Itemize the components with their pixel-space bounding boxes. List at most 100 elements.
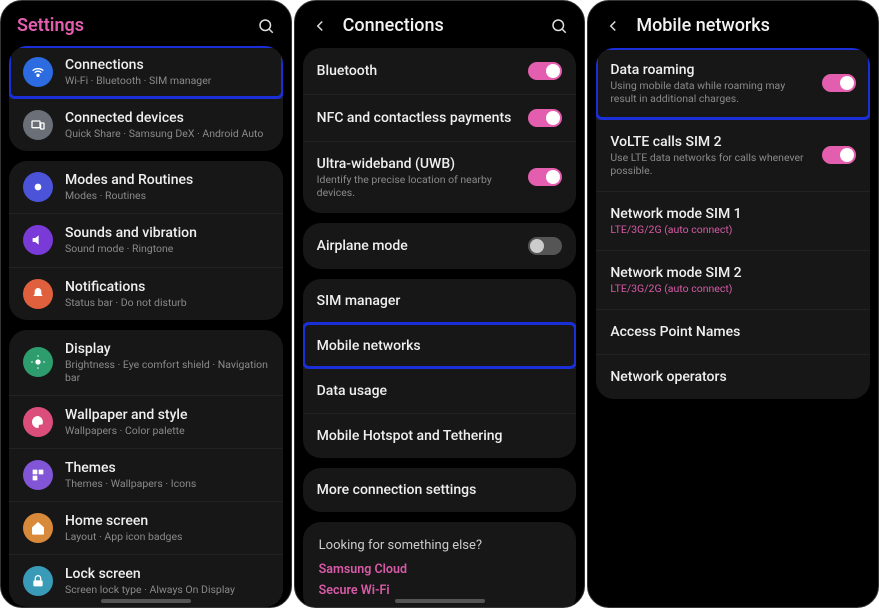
bell-icon [23,279,53,309]
item-subtitle: Use LTE data networks for calls whenever… [610,151,810,177]
item-label: Notifications [65,279,269,295]
item-label: SIM manager [317,293,563,309]
item-label: Ultra-wideband (UWB) [317,156,517,172]
item-label: Modes and Routines [65,172,269,188]
back-icon[interactable] [604,17,622,35]
settings-item-modes-and-routines[interactable]: Modes and RoutinesModes · Routines [9,161,283,213]
connections-item-data-usage[interactable]: Data usage [303,368,577,413]
search-icon[interactable] [550,17,568,35]
item-label: Network mode SIM 1 [610,206,856,222]
item-label: Sounds and vibration [65,225,269,241]
search-icon[interactable] [257,17,275,35]
screen-mobile-networks: Mobile networks Data roamingUsing mobile… [587,0,879,608]
settings-item-connections[interactable]: ConnectionsWi-Fi · Bluetooth · SIM manag… [9,46,283,98]
connections-item-mobile-hotspot-and-tethering[interactable]: Mobile Hotspot and Tethering [303,413,577,458]
mn-item-network-mode-sim-1[interactable]: Network mode SIM 1LTE/3G/2G (auto connec… [596,191,870,250]
item-label: Data usage [317,383,563,399]
toggle-nfc-and-contactless-payments[interactable] [528,109,562,127]
mn-item-network-mode-sim-2[interactable]: Network mode SIM 2LTE/3G/2G (auto connec… [596,250,870,309]
item-subtitle: Quick Share · Samsung DeX · Android Auto [65,127,269,140]
connections-item-sim-manager[interactable]: SIM manager [303,279,577,323]
mn-item-volte-calls-sim-2[interactable]: VoLTE calls SIM 2Use LTE data networks f… [596,119,870,191]
settings-item-notifications[interactable]: NotificationsStatus bar · Do not disturb [9,267,283,320]
suggestion-link-secure-wi-fi[interactable]: Secure Wi-Fi [317,580,563,601]
connections-group: SIM manager Mobile networks Data usage Mobi… [303,279,577,458]
item-subtitle: Screen lock type · Always On Display [65,583,269,596]
suggestions-heading: Looking for something else? [317,534,563,559]
palette-icon [23,407,53,437]
connections-item-more-connection-settings[interactable]: More connection settings [303,468,577,512]
scroll-indicator [395,599,485,603]
settings-item-wallpaper-and-style[interactable]: Wallpaper and styleWallpapers · Color pa… [9,395,283,448]
settings-item-home-screen[interactable]: Home screenLayout · App icon badges [9,501,283,554]
toggle-data-roaming[interactable] [822,74,856,92]
header: Settings [1,1,291,46]
item-subtitle: Status bar · Do not disturb [65,296,269,309]
connections-group: Bluetooth NFC and contactless payments Ult… [303,48,577,213]
connections-group: Airplane mode [303,223,577,269]
routines-icon [23,172,53,202]
connections-item-bluetooth[interactable]: Bluetooth [303,48,577,94]
toggle-bluetooth[interactable] [528,62,562,80]
settings-group: Modes and RoutinesModes · RoutinesSounds… [9,161,283,319]
item-label: Network mode SIM 2 [610,265,856,281]
toggle-volte-calls-sim-2[interactable] [822,146,856,164]
devices-icon [23,110,53,140]
item-subtitle: Themes · Wallpapers · Icons [65,477,269,490]
header: Connections [295,1,585,48]
sound-icon [23,225,53,255]
item-label: Airplane mode [317,238,517,254]
header: Mobile networks [588,1,878,48]
connections-item-airplane-mode[interactable]: Airplane mode [303,223,577,269]
item-subtitle: Brightness · Eye comfort shield · Naviga… [65,358,269,384]
item-label: Connections [65,57,269,73]
item-label: Themes [65,460,269,476]
lock-icon [23,566,53,596]
item-subtitle: Wi-Fi · Bluetooth · SIM manager [65,74,269,87]
suggestion-link-samsung-cloud[interactable]: Samsung Cloud [317,559,563,580]
item-label: Connected devices [65,110,269,126]
item-label: VoLTE calls SIM 2 [610,134,810,150]
suggestions-card: Looking for something else?Samsung Cloud… [303,522,577,607]
wifi-icon [23,57,53,87]
item-label: More connection settings [317,482,563,498]
item-subtitle: LTE/3G/2G (auto connect) [610,282,856,295]
item-label: Mobile Hotspot and Tethering [317,428,563,444]
mn-item-network-operators[interactable]: Network operators [596,354,870,399]
back-icon[interactable] [311,17,329,35]
connections-item-ultra-wideband-uwb[interactable]: Ultra-wideband (UWB)Identify the precise… [303,141,577,213]
mn-item-access-point-names[interactable]: Access Point Names [596,309,870,354]
settings-item-display[interactable]: DisplayBrightness · Eye comfort shield ·… [9,330,283,395]
item-subtitle: Identify the precise location of nearby … [317,173,517,199]
scroll-indicator [101,599,191,603]
item-subtitle: Layout · App icon badges [65,530,269,543]
item-subtitle: Modes · Routines [65,189,269,202]
item-label: Data roaming [610,62,810,78]
item-subtitle: LTE/3G/2G (auto connect) [610,223,856,236]
settings-item-sounds-and-vibration[interactable]: Sounds and vibrationSound mode · Rington… [9,213,283,266]
page-title: Settings [17,15,247,36]
settings-group: DisplayBrightness · Eye comfort shield ·… [9,330,283,607]
settings-item-themes[interactable]: ThemesThemes · Wallpapers · Icons [9,448,283,501]
toggle-ultra-wideband-uwb[interactable] [528,168,562,186]
item-label: Wallpaper and style [65,407,269,423]
item-label: Mobile networks [317,338,563,354]
mn-item-data-roaming[interactable]: Data roamingUsing mobile data while roam… [596,48,870,119]
mobile-networks-group: Data roamingUsing mobile data while roam… [596,48,870,400]
page-title: Mobile networks [636,15,862,38]
settings-group: ConnectionsWi-Fi · Bluetooth · SIM manag… [9,46,283,151]
screen-settings: Settings ConnectionsWi-Fi · Bluetooth · … [0,0,292,608]
item-label: Home screen [65,513,269,529]
settings-item-connected-devices[interactable]: Connected devicesQuick Share · Samsung D… [9,98,283,151]
item-subtitle: Wallpapers · Color palette [65,424,269,437]
toggle-airplane-mode[interactable] [528,237,562,255]
item-label: NFC and contactless payments [317,110,517,126]
item-subtitle: Using mobile data while roaming may resu… [610,79,810,105]
item-subtitle: Sound mode · Ringtone [65,242,269,255]
themes-icon [23,460,53,490]
display-icon [23,347,53,377]
screen-connections: Connections Bluetooth NFC and contactless… [294,0,586,608]
connections-item-nfc-and-contactless-payments[interactable]: NFC and contactless payments [303,94,577,141]
connections-item-mobile-networks[interactable]: Mobile networks [303,323,577,368]
item-label: Network operators [610,369,856,385]
